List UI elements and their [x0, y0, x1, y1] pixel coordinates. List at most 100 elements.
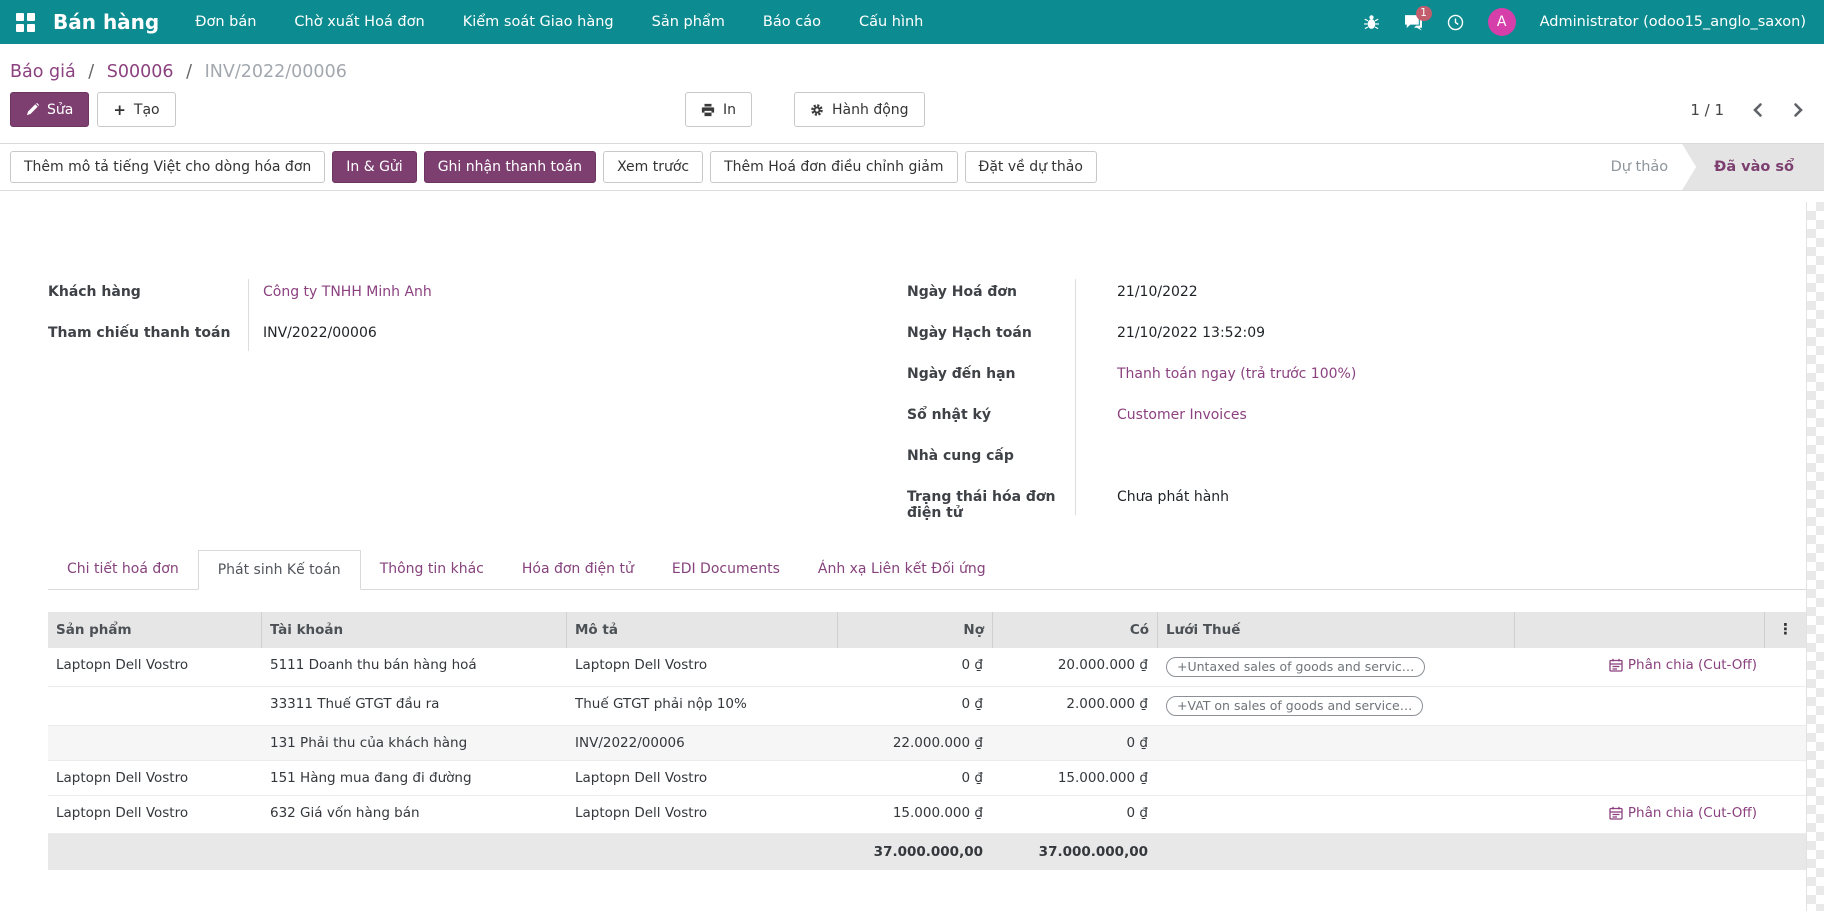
field-value-tham-chieu[interactable]: INV/2022/00006: [248, 316, 377, 357]
field-label-tham-chieu: Tham chiếu thanh toán: [48, 316, 248, 357]
table-row[interactable]: Laptopn Dell Vostro 632 Giá vốn hàng bán…: [48, 796, 1806, 834]
apps-grid-icon[interactable]: [16, 13, 35, 32]
total-credit: 37.000.000,00: [993, 834, 1158, 870]
cutoff-button[interactable]: Phân chia (Cut-Off): [1609, 805, 1757, 821]
menu-bao-cao[interactable]: Báo cáo: [763, 14, 821, 30]
cell-label: Laptopn Dell Vostro: [567, 648, 838, 687]
add-vn-description-button[interactable]: Thêm mô tả tiếng Việt cho dòng hóa đơn: [10, 151, 325, 183]
edit-button[interactable]: Sửa: [10, 92, 89, 127]
cutoff-button[interactable]: Phân chia (Cut-Off): [1609, 657, 1757, 673]
cell-debit: 15.000.000 ₫: [838, 796, 993, 834]
col-header-co[interactable]: Có: [993, 612, 1158, 648]
breadcrumb-separator: /: [186, 62, 192, 82]
tab-phat-sinh-ke-toan[interactable]: Phát sinh Kế toán: [198, 550, 361, 590]
table-row[interactable]: 33311 Thuế GTGT đầu ra Thuế GTGT phải nộ…: [48, 687, 1806, 726]
col-header-no[interactable]: Nợ: [838, 612, 993, 648]
tab-anh-xa-lien-ket[interactable]: Ánh xạ Liên kết Đối ứng: [799, 550, 1005, 589]
col-header-tai-khoan[interactable]: Tài khoản: [262, 612, 567, 648]
create-button-label: Tạo: [134, 102, 160, 118]
tab-chi-tiet-hoa-don[interactable]: Chi tiết hoá đơn: [48, 550, 198, 589]
statusbar-row: Thêm mô tả tiếng Việt cho dòng hóa đơn I…: [0, 144, 1824, 191]
breadcrumb-s00006[interactable]: S00006: [107, 62, 174, 82]
cell-product: Laptopn Dell Vostro: [48, 648, 262, 687]
create-button[interactable]: + Tạo: [97, 92, 175, 127]
field-value-nha-cung-cap[interactable]: [1075, 439, 1117, 480]
field-label-ngay-hoa-don: Ngày Hoá đơn: [907, 275, 1075, 316]
table-row[interactable]: Laptopn Dell Vostro 5111 Doanh thu bán h…: [48, 648, 1806, 687]
menu-cho-xuat-hoa-don[interactable]: Chờ xuất Hoá đơn: [294, 14, 424, 30]
field-value-so-nhat-ky[interactable]: Customer Invoices: [1075, 398, 1247, 439]
menu-san-pham[interactable]: Sản phẩm: [652, 14, 725, 30]
tax-grid-pill[interactable]: +Untaxed sales of goods and servic…: [1166, 657, 1425, 677]
breadcrumb-bao-gia[interactable]: Báo giá: [10, 62, 76, 82]
action-button[interactable]: Hành động: [794, 92, 925, 127]
tab-hoa-don-dien-tu[interactable]: Hóa đơn điện tử: [503, 550, 653, 589]
reset-to-draft-button[interactable]: Đặt về dự thảo: [965, 151, 1097, 183]
top-navbar: Bán hàng Đơn bán Chờ xuất Hoá đơn Kiểm s…: [0, 0, 1824, 44]
toggle-columns-icon[interactable]: ⋮: [1778, 620, 1793, 638]
breadcrumb-separator: /: [88, 62, 94, 82]
action-button-label: Hành động: [832, 102, 909, 118]
field-group-right: Ngày Hoá đơn 21/10/2022 Ngày Hạch toán 2…: [907, 275, 1806, 521]
col-header-luoi-thue[interactable]: Lưới Thuế: [1158, 612, 1515, 648]
pager-next-icon[interactable]: [1791, 102, 1806, 118]
avatar[interactable]: A: [1488, 8, 1516, 36]
calendar-icon: [1609, 806, 1623, 820]
messages-icon[interactable]: 1: [1404, 14, 1423, 31]
form-sheet: Khách hàng Công ty TNHH Minh Anh Tham ch…: [0, 191, 1824, 870]
tab-thong-tin-khac[interactable]: Thông tin khác: [361, 550, 503, 589]
field-value-ngay-den-han[interactable]: Thanh toán ngay (trả trước 100%): [1075, 357, 1356, 398]
cell-debit: 22.000.000 ₫: [838, 726, 993, 761]
send-print-button[interactable]: In & Gửi: [332, 151, 416, 183]
activity-clock-icon[interactable]: [1447, 14, 1464, 31]
cell-credit: 0 ₫: [993, 726, 1158, 761]
bug-icon[interactable]: [1363, 14, 1380, 31]
breadcrumb: Báo giá / S00006 / INV/2022/00006: [0, 44, 1824, 86]
cell-debit: 0 ₫: [838, 648, 993, 687]
action-gear-icon: [810, 103, 824, 117]
cell-product: Laptopn Dell Vostro: [48, 761, 262, 796]
field-label-so-nhat-ky: Sổ nhật ký: [907, 398, 1075, 439]
cell-credit: 15.000.000 ₫: [993, 761, 1158, 796]
user-menu[interactable]: Administrator (odoo15_anglo_saxon): [1540, 14, 1806, 30]
field-label-trang-thai-hddt: Trạng thái hóa đơn điện tử: [907, 480, 1075, 521]
cell-debit: 0 ₫: [838, 687, 993, 726]
menu-kiem-soat-giao-hang[interactable]: Kiểm soát Giao hàng: [463, 14, 614, 30]
center-controls: In Hành động: [685, 92, 925, 127]
field-label-ngay-hach-toan: Ngày Hạch toán: [907, 316, 1075, 357]
print-button[interactable]: In: [685, 92, 752, 127]
pager-prev-icon[interactable]: [1750, 102, 1765, 118]
print-button-label: In: [723, 102, 736, 118]
status-posted[interactable]: Đã vào sổ: [1682, 144, 1824, 190]
table-row[interactable]: 131 Phải thu của khách hàng INV/2022/000…: [48, 726, 1806, 761]
create-plus-icon: +: [113, 101, 126, 119]
col-header-mo-ta[interactable]: Mô tả: [567, 612, 838, 648]
journal-items-table: Sản phẩm Tài khoản Mô tả Nợ Có Lưới Thuế…: [48, 612, 1806, 870]
cell-label: INV/2022/00006: [567, 726, 838, 761]
control-panel: Sửa + Tạo In Hành động 1 / 1: [0, 86, 1824, 143]
add-credit-note-button[interactable]: Thêm Hoá đơn điều chỉnh giảm: [710, 151, 957, 183]
table-row[interactable]: Laptopn Dell Vostro 151 Hàng mua đang đi…: [48, 761, 1806, 796]
field-value-khach-hang[interactable]: Công ty TNHH Minh Anh: [248, 275, 432, 316]
cell-debit: 0 ₫: [838, 761, 993, 796]
menu-cau-hinh[interactable]: Cấu hình: [859, 14, 923, 30]
field-label-nha-cung-cap: Nhà cung cấp: [907, 439, 1075, 480]
field-value-ngay-hach-toan[interactable]: 21/10/2022 13:52:09: [1075, 316, 1265, 357]
app-name[interactable]: Bán hàng: [53, 10, 159, 34]
menu-don-ban[interactable]: Đơn bán: [195, 14, 256, 30]
total-debit: 37.000.000,00: [838, 834, 993, 870]
preview-button[interactable]: Xem trước: [603, 151, 703, 183]
cell-credit: 0 ₫: [993, 796, 1158, 834]
status-draft[interactable]: Dự thảo: [1601, 144, 1683, 190]
tab-edi-documents[interactable]: EDI Documents: [653, 550, 799, 589]
notebook-tabs: Chi tiết hoá đơn Phát sinh Kế toán Thông…: [48, 550, 1806, 590]
field-value-ngay-hoa-don[interactable]: 21/10/2022: [1075, 275, 1198, 316]
col-header-san-pham[interactable]: Sản phẩm: [48, 612, 262, 648]
statusbar: Dự thảo Đã vào sổ: [1601, 144, 1824, 190]
field-value-trang-thai-hddt[interactable]: Chưa phát hành: [1075, 480, 1229, 521]
print-icon: [701, 103, 715, 117]
calendar-icon: [1609, 658, 1623, 672]
register-payment-button[interactable]: Ghi nhận thanh toán: [424, 151, 596, 183]
tax-grid-pill[interactable]: +VAT on sales of goods and service…: [1166, 696, 1423, 716]
cell-credit: 2.000.000 ₫: [993, 687, 1158, 726]
